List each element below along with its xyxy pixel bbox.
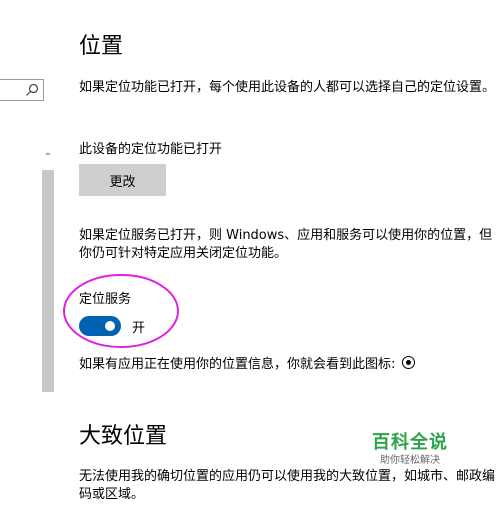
- scroll-up-arrow-icon[interactable]: ⌃: [42, 152, 54, 164]
- left-pane: ⌃: [0, 0, 60, 507]
- intro-text: 如果定位功能已打开，每个使用此设备的人都可以选择自己的定位设置。: [79, 80, 496, 95]
- search-icon: [26, 83, 39, 96]
- toggle-state-label: 开: [132, 321, 146, 336]
- location-service-label: 定位服务: [79, 292, 132, 307]
- location-icon-note: 如果有应用正在使用你的位置信息，你就会看到此图标:: [79, 356, 500, 374]
- search-input[interactable]: [0, 79, 44, 101]
- watermark-subtitle: 助你轻松解决: [380, 455, 440, 466]
- section-title-approximate-location: 大致位置: [79, 424, 168, 449]
- location-service-toggle[interactable]: [79, 316, 121, 336]
- watermark-title: 百科全说: [372, 432, 448, 453]
- toggle-knob: [105, 321, 115, 331]
- location-service-description: 如果定位服务已打开，则 Windows、应用和服务可以使用你的位置，但你仍可针对…: [79, 228, 493, 261]
- location-icon-note-text: 如果有应用正在使用你的位置信息，你就会看到此图标:: [79, 357, 396, 372]
- page-title: 位置: [79, 34, 124, 59]
- highlight-ellipse: [63, 274, 179, 348]
- device-location-status: 此设备的定位功能已打开: [79, 142, 223, 157]
- scrollbar[interactable]: [42, 170, 54, 392]
- change-button[interactable]: 更改: [79, 164, 166, 196]
- scrollbar-thumb[interactable]: [42, 170, 54, 392]
- watermark: 百科全说 助你轻松解决: [360, 432, 460, 468]
- approximate-location-description: 无法使用我的确切位置的应用仍可以使用我的大致位置，如城市、邮政编码或区域。: [79, 469, 496, 502]
- location-in-use-icon: [401, 356, 415, 369]
